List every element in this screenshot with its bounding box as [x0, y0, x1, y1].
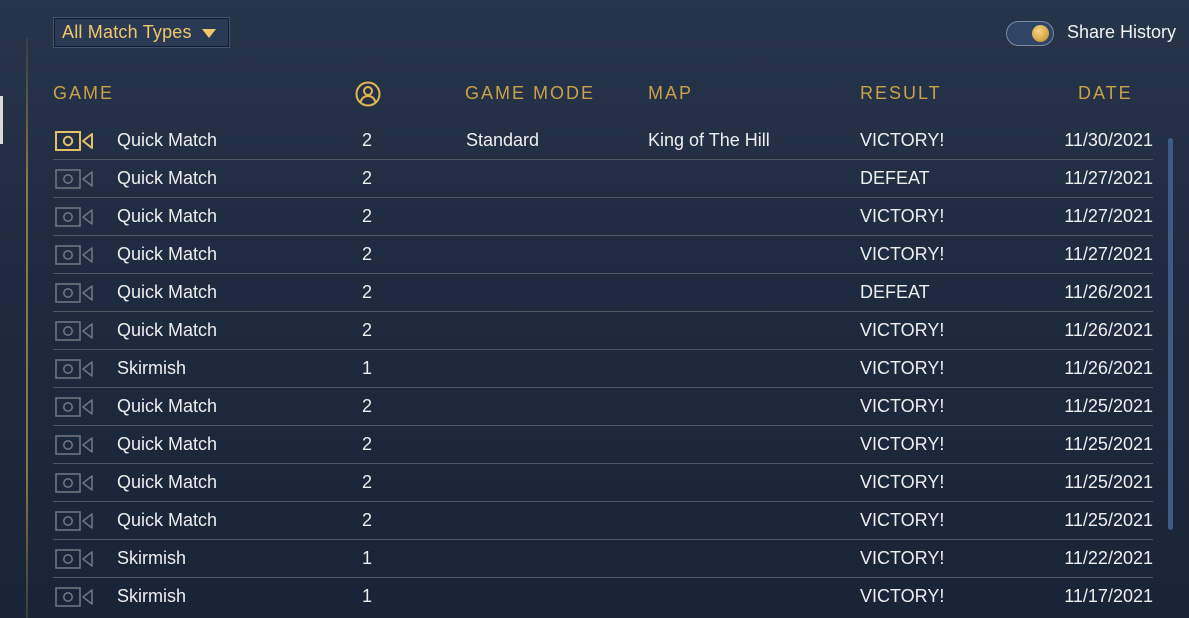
map-cell: King of The Hill — [648, 130, 770, 150]
match-history-table: Quick Match 2 Standard King of The Hill VICT… — [53, 122, 1153, 616]
result-cell: VICTORY! — [860, 206, 945, 226]
players-cell: 2 — [361, 396, 372, 416]
result-cell: DEFEAT — [860, 168, 930, 188]
replay-camera-icon[interactable] — [55, 435, 93, 455]
result-cell: VICTORY! — [860, 244, 945, 264]
left-panel-edge — [0, 96, 3, 144]
game-cell: Skirmish — [117, 586, 187, 606]
result-cell: VICTORY! — [860, 434, 945, 454]
result-cell: VICTORY! — [860, 586, 945, 606]
replay-camera-icon[interactable] — [55, 245, 93, 265]
players-cell: 1 — [361, 548, 372, 568]
replay-camera-icon[interactable] — [55, 511, 93, 531]
match-type-label: All Match Types — [62, 22, 192, 42]
column-header-game-mode: GAME MODE — [465, 83, 596, 103]
result-cell: VICTORY! — [860, 130, 945, 150]
replay-camera-icon[interactable] — [55, 359, 93, 379]
column-header-map: MAP — [648, 83, 694, 103]
caret-down-icon — [201, 29, 216, 38]
table-row[interactable]: Quick Match 2 VICTORY! 11/25/2021 — [53, 502, 1153, 540]
date-cell: 11/27/2021 — [1064, 168, 1153, 188]
table-row[interactable]: Quick Match 2 DEFEAT 11/27/2021 — [53, 160, 1153, 198]
date-cell: 11/26/2021 — [1064, 358, 1153, 378]
players-cell: 1 — [361, 586, 372, 606]
result-cell: DEFEAT — [860, 282, 930, 302]
date-cell: 11/27/2021 — [1064, 244, 1153, 264]
replay-camera-icon[interactable] — [55, 549, 93, 569]
match-type-dropdown[interactable]: All Match Types — [53, 17, 230, 48]
table-row[interactable]: Quick Match 2 VICTORY! 11/26/2021 — [53, 312, 1153, 350]
scrollbar-thumb[interactable] — [1168, 138, 1173, 530]
date-cell: 11/25/2021 — [1064, 510, 1153, 530]
players-cell: 2 — [361, 320, 372, 340]
game-cell: Quick Match — [117, 320, 218, 340]
game-mode-cell: Standard — [466, 130, 540, 150]
column-header-game: GAME — [53, 83, 115, 103]
table-row[interactable]: Skirmish 1 VICTORY! 11/22/2021 — [53, 540, 1153, 578]
table-row[interactable]: Quick Match 2 DEFEAT 11/26/2021 — [53, 274, 1153, 312]
game-cell: Quick Match — [117, 396, 218, 416]
players-cell: 2 — [361, 510, 372, 530]
gold-divider — [26, 38, 28, 618]
replay-camera-icon[interactable] — [55, 131, 93, 151]
game-cell: Quick Match — [117, 206, 218, 226]
date-cell: 11/26/2021 — [1064, 282, 1153, 302]
table-row[interactable]: Quick Match 2 VICTORY! 11/25/2021 — [53, 464, 1153, 502]
date-cell: 11/25/2021 — [1064, 472, 1153, 492]
replay-camera-icon[interactable] — [55, 397, 93, 417]
table-row[interactable]: Skirmish 1 VICTORY! 11/17/2021 — [53, 578, 1153, 616]
share-history-toggle[interactable] — [1006, 21, 1054, 46]
game-cell: Skirmish — [117, 358, 187, 378]
replay-camera-icon[interactable] — [55, 321, 93, 341]
players-cell: 2 — [361, 244, 372, 264]
date-cell: 11/30/2021 — [1064, 130, 1153, 150]
game-cell: Quick Match — [117, 434, 218, 454]
players-cell: 2 — [361, 130, 372, 150]
date-cell: 11/27/2021 — [1064, 206, 1153, 226]
result-cell: VICTORY! — [860, 358, 945, 378]
players-cell: 2 — [361, 206, 372, 226]
players-cell: 2 — [361, 472, 372, 492]
result-cell: VICTORY! — [860, 396, 945, 416]
result-cell: VICTORY! — [860, 548, 945, 568]
date-cell: 11/17/2021 — [1064, 586, 1153, 606]
table-row[interactable]: Quick Match 2 Standard King of The Hill VICT… — [53, 122, 1153, 160]
players-cell: 2 — [361, 434, 372, 454]
table-row[interactable]: Quick Match 2 VICTORY! 11/27/2021 — [53, 198, 1153, 236]
game-cell: Skirmish — [117, 548, 187, 568]
players-cell: 1 — [361, 358, 372, 378]
game-cell: Quick Match — [117, 130, 218, 150]
replay-camera-icon[interactable] — [55, 283, 93, 303]
game-cell: Quick Match — [117, 282, 218, 302]
column-header-result: RESULT — [860, 83, 942, 103]
game-cell: Quick Match — [117, 244, 218, 264]
date-cell: 11/26/2021 — [1064, 320, 1153, 340]
players-cell: 2 — [361, 282, 372, 302]
date-cell: 11/22/2021 — [1064, 548, 1153, 568]
share-history-label: Share History — [1067, 22, 1177, 42]
table-row[interactable]: Skirmish 1 VICTORY! 11/26/2021 — [53, 350, 1153, 388]
table-row[interactable]: Quick Match 2 VICTORY! 11/27/2021 — [53, 236, 1153, 274]
date-cell: 11/25/2021 — [1064, 434, 1153, 454]
result-cell: VICTORY! — [860, 510, 945, 530]
replay-camera-icon[interactable] — [55, 587, 93, 607]
scrollbar[interactable] — [1168, 138, 1173, 618]
result-cell: VICTORY! — [860, 320, 945, 340]
replay-camera-icon[interactable] — [55, 169, 93, 189]
game-cell: Quick Match — [117, 168, 218, 188]
game-cell: Quick Match — [117, 510, 218, 530]
replay-camera-icon[interactable] — [55, 473, 93, 493]
players-cell: 2 — [361, 168, 372, 188]
player-count-icon — [355, 81, 381, 107]
date-cell: 11/25/2021 — [1064, 396, 1153, 416]
table-row[interactable]: Quick Match 2 VICTORY! 11/25/2021 — [53, 388, 1153, 426]
result-cell: VICTORY! — [860, 472, 945, 492]
game-cell: Quick Match — [117, 472, 218, 492]
table-row[interactable]: Quick Match 2 VICTORY! 11/25/2021 — [53, 426, 1153, 464]
column-header-date: DATE — [1078, 83, 1133, 103]
replay-camera-icon[interactable] — [55, 207, 93, 227]
toggle-knob — [1032, 25, 1049, 42]
